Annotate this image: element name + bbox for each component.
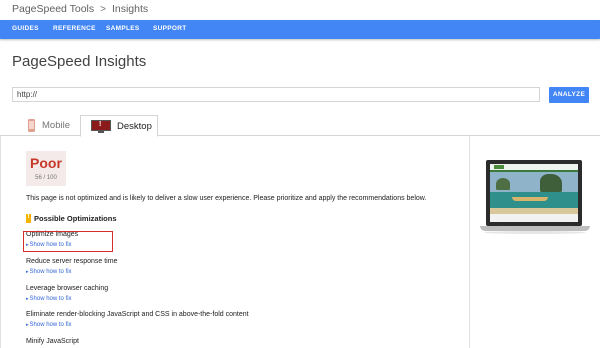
triangle-right-icon: ▸ [26, 296, 29, 302]
highlight-box [23, 231, 113, 252]
nav-reference[interactable]: REFERENCE [53, 25, 96, 32]
analyze-button[interactable]: ANALYZE [549, 87, 589, 103]
nav-bar: GUIDES REFERENCE SAMPLES SUPPORT [0, 20, 600, 39]
nav-samples[interactable]: SAMPLES [106, 25, 140, 32]
score-value: 56 / 100 [35, 175, 57, 181]
section-title: Possible Optimizations [34, 214, 117, 223]
fix-label: Show how to fix [29, 296, 72, 302]
rule-title: Eliminate render-blocking JavaScript and… [26, 311, 249, 318]
device-tabs: Mobile ! Desktop [0, 115, 600, 137]
nav-guides[interactable]: GUIDES [12, 25, 39, 32]
breadcrumb: PageSpeed Tools > Insights [12, 3, 148, 15]
top-bar: PageSpeed Tools > Insights [0, 0, 600, 20]
summary-text: This page is not optimized and is likely… [26, 195, 427, 202]
score-label: Poor [30, 155, 62, 171]
breadcrumb-current: Insights [111, 3, 149, 15]
triangle-right-icon: ▸ [26, 322, 29, 328]
rule-title: Leverage browser caching [26, 285, 109, 292]
phone-icon [28, 119, 35, 132]
rule-title: Minify JavaScript [26, 338, 79, 345]
tab-mobile[interactable]: Mobile [18, 115, 78, 136]
score-badge: Poor 56 / 100 [26, 151, 66, 186]
show-how-to-fix-link[interactable]: ▸Show how to fix [26, 269, 72, 275]
fix-label: Show how to fix [29, 322, 72, 328]
tab-mobile-label: Mobile [42, 120, 70, 131]
warning-icon [26, 213, 31, 223]
nav-support[interactable]: SUPPORT [153, 25, 187, 32]
triangle-right-icon: ▸ [26, 269, 29, 275]
tab-desktop[interactable]: ! Desktop [80, 115, 158, 137]
monitor-icon: ! [91, 119, 111, 133]
fix-label: Show how to fix [29, 269, 72, 275]
breadcrumb-separator: > [100, 3, 106, 15]
breadcrumb-root[interactable]: PageSpeed Tools [12, 3, 94, 15]
desktop-preview-image [480, 160, 590, 246]
rule-title: Reduce server response time [26, 258, 118, 265]
page-title: PageSpeed Insights [12, 53, 147, 70]
show-how-to-fix-link[interactable]: ▸Show how to fix [26, 296, 72, 302]
section-heading: Possible Optimizations [26, 213, 117, 223]
panel-divider [469, 136, 470, 348]
url-input[interactable]: http:// [12, 87, 540, 102]
tab-desktop-label: Desktop [117, 120, 152, 132]
show-how-to-fix-link[interactable]: ▸Show how to fix [26, 322, 72, 328]
